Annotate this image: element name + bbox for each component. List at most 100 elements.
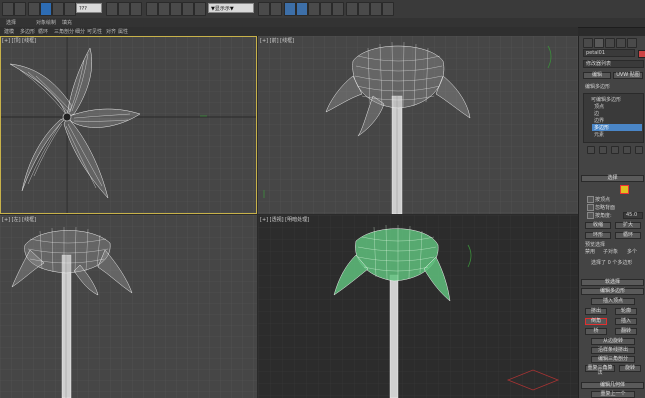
align-icon[interactable]	[270, 2, 282, 16]
polygon-mode-icon[interactable]	[620, 185, 629, 194]
layer-manager-icon[interactable]	[296, 2, 308, 16]
viewport-label[interactable]: [+] [左] [线框]	[2, 216, 36, 223]
stack-item[interactable]: 可编辑多边形	[591, 96, 621, 103]
spinner-snap-icon[interactable]	[182, 2, 194, 16]
stem	[61, 254, 72, 398]
angle-spinner[interactable]: 45.0	[623, 212, 643, 219]
redo-icon[interactable]	[14, 2, 26, 16]
window-crossing-icon[interactable]	[64, 2, 76, 16]
viewport-top[interactable]: [+] [顶] [线框]	[0, 36, 257, 214]
scale-icon[interactable]	[130, 2, 142, 16]
modifier-name[interactable]: 编辑多边形	[585, 83, 610, 90]
stack-item[interactable]: 边界	[594, 117, 604, 124]
mirror-icon[interactable]	[258, 2, 270, 16]
object-name-field[interactable]: petal01	[583, 49, 635, 57]
move-icon[interactable]	[106, 2, 118, 16]
render-frame-icon[interactable]	[370, 2, 382, 16]
preview-off-option[interactable]: 禁用	[585, 248, 595, 255]
zoom-value-field[interactable]: ???	[76, 3, 102, 13]
edit-triangulation-button[interactable]: 编辑三角剖分	[591, 356, 635, 363]
configure-sets-icon[interactable]	[635, 146, 643, 154]
edit-named-sets-icon[interactable]	[194, 2, 206, 16]
inset-button[interactable]: 插入	[615, 318, 637, 325]
ribbon-subtab[interactable]: 建模	[4, 28, 14, 35]
rollout-edit-polygons[interactable]: 编辑多边形	[581, 288, 644, 295]
curve-editor-icon[interactable]	[320, 2, 332, 16]
viewport-label[interactable]: [+] [透视] [明暗处理]	[260, 216, 309, 223]
select-object-icon[interactable]	[40, 2, 52, 16]
ribbon-subtab[interactable]: 三角剖分	[54, 28, 74, 35]
material-editor-icon[interactable]	[346, 2, 358, 16]
ribbon-subtab[interactable]: 属性	[118, 28, 128, 35]
percent-snap-icon[interactable]	[170, 2, 182, 16]
insert-vertex-button[interactable]: 插入顶点	[591, 298, 635, 305]
stack-item-selected[interactable]: 多边形	[592, 124, 642, 131]
grow-button[interactable]: 扩大	[615, 222, 641, 229]
ring-button[interactable]: 环形	[585, 232, 611, 239]
subtab-edit[interactable]: 编辑	[583, 72, 611, 79]
hierarchy-tab-icon[interactable]	[605, 38, 615, 48]
create-tab-icon[interactable]	[583, 38, 593, 48]
ribbon-tab[interactable]: 选择	[6, 19, 16, 26]
turn-button[interactable]: 旋转	[619, 365, 641, 372]
schematic-view-icon[interactable]	[332, 2, 344, 16]
viewport-left[interactable]: [+] [左] [线框]	[0, 215, 257, 398]
select-region-icon[interactable]	[52, 2, 64, 16]
scene-explorer-icon[interactable]	[284, 2, 296, 16]
show-end-result-icon[interactable]	[599, 146, 607, 154]
stack-item[interactable]: 顶点	[594, 103, 604, 110]
link-icon[interactable]	[28, 2, 40, 16]
remove-modifier-icon[interactable]	[623, 146, 631, 154]
subtab-uvw[interactable]: UVW 贴图	[613, 72, 643, 79]
checkbox[interactable]	[587, 204, 594, 211]
pin-stack-icon[interactable]	[587, 146, 595, 154]
shrink-button[interactable]: 收缩	[585, 222, 611, 229]
bridge-button[interactable]: 桥	[585, 328, 607, 335]
named-selection-set[interactable]: ▼显示示▼	[208, 3, 254, 13]
angle-snap-icon[interactable]	[158, 2, 170, 16]
ribbon-tab[interactable]: 填充	[62, 19, 72, 26]
checkbox[interactable]	[587, 196, 594, 203]
ribbon-subtab[interactable]: 多边形	[20, 28, 35, 35]
render-icon[interactable]	[382, 2, 394, 16]
preview-multi-option[interactable]: 多个	[627, 248, 637, 255]
render-setup-icon[interactable]	[358, 2, 370, 16]
rotate-icon[interactable]	[118, 2, 130, 16]
ribbon-subtab[interactable]: 可见性	[87, 28, 102, 35]
stack-item[interactable]: 边	[594, 110, 599, 117]
ribbon-tab[interactable]: 对象绘制	[36, 19, 56, 26]
object-color-swatch[interactable]	[638, 50, 645, 58]
stack-item[interactable]: 元素	[594, 131, 604, 138]
display-tab-icon[interactable]	[627, 38, 637, 48]
make-unique-icon[interactable]	[611, 146, 619, 154]
loop-button[interactable]: 循环	[615, 232, 641, 239]
ribbon-subtab[interactable]: 对齐	[106, 28, 116, 35]
outline-button[interactable]: 轮廓	[615, 308, 637, 315]
ribbon-toggle-icon[interactable]	[308, 2, 320, 16]
retriangulate-button[interactable]: 重复三角算法	[585, 365, 615, 376]
viewport-label[interactable]: [+] [顶] [线框]	[2, 37, 36, 44]
modifier-list-dropdown[interactable]: 修改器列表	[583, 60, 644, 68]
flip-button[interactable]: 翻转	[615, 328, 637, 335]
ribbon-subtab[interactable]: 循环	[38, 28, 48, 35]
motion-tab-icon[interactable]	[616, 38, 626, 48]
preview-sub-option[interactable]: 子对象	[603, 248, 618, 255]
viewport-perspective[interactable]: [+] [透视] [明暗处理]	[258, 215, 578, 398]
viewport-label[interactable]: [+] [前] [线框]	[260, 37, 294, 44]
checkbox-label: 忽略背面	[595, 205, 616, 211]
rollout-soft-selection[interactable]: 软选择	[581, 279, 644, 286]
extrude-spline-button[interactable]: 沿样条线挤出	[591, 347, 635, 354]
snap-icon[interactable]	[146, 2, 158, 16]
bevel-button[interactable]: 倒角	[585, 318, 607, 325]
ribbon-subtab[interactable]: 细分	[75, 28, 85, 35]
rollout-selection[interactable]: 选择	[581, 175, 644, 182]
rollout-edit-geometry[interactable]: 编辑几何体	[581, 382, 644, 389]
modify-tab-icon[interactable]	[594, 38, 604, 48]
checkbox[interactable]	[587, 212, 594, 219]
undo-icon[interactable]	[2, 2, 14, 16]
hinge-button[interactable]: 从边旋转	[591, 338, 635, 345]
repeat-last-button[interactable]: 重复上一个	[591, 391, 635, 398]
left-viewport-canvas	[0, 215, 257, 398]
viewport-front[interactable]: [+] [前] [线框]	[258, 36, 578, 214]
extrude-button[interactable]: 挤出	[585, 308, 607, 315]
